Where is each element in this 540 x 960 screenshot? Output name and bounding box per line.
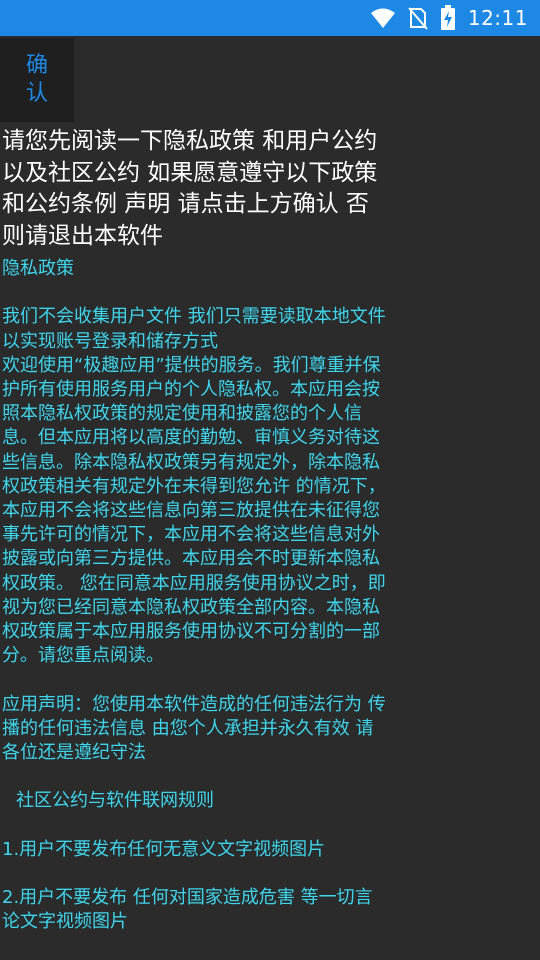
status-icons: 12:11 <box>370 0 528 36</box>
community-rule-2: 2.用户不要发布 任何对国家造成危害 等一切言论文字视频图片 <box>2 887 373 933</box>
policy-paragraph-privacy: 欢迎使用“极趣应用”提供的服务。我们尊重并保护所有使用服务用户的个人隐私权。本应… <box>2 354 386 667</box>
confirm-button-label: 确认 <box>25 53 48 106</box>
battery-charging-icon <box>440 5 455 30</box>
wifi-icon <box>370 8 395 28</box>
no-sim-icon <box>408 7 428 30</box>
status-time: 12:11 <box>467 6 528 30</box>
community-rules-title: 社区公约与软件联网规则 <box>16 790 214 812</box>
policy-content: 隐私政策 我们不会收集用户文件 我们只需要读取本地文件 以实现账号登录和储存方式… <box>2 257 386 935</box>
confirm-button[interactable]: 确认 <box>0 38 74 122</box>
policy-title: 隐私政策 <box>2 258 74 279</box>
community-rule-1: 1.用户不要发布任何无意义文字视频图片 <box>2 838 326 860</box>
policy-paragraph-local-files: 我们不会收集用户文件 我们只需要读取本地文件 以实现账号登录和储存方式 <box>2 306 386 352</box>
intro-text: 请您先阅读一下隐私政策 和用户公约 以及社区公约 如果愿意遵守以下政策和公约条例… <box>2 128 378 249</box>
status-bar: 12:11 <box>0 0 540 36</box>
app-statement: 应用声明：您使用本软件造成的任何违法行为 传播的任何违法信息 由您个人承担并永久… <box>2 693 386 764</box>
